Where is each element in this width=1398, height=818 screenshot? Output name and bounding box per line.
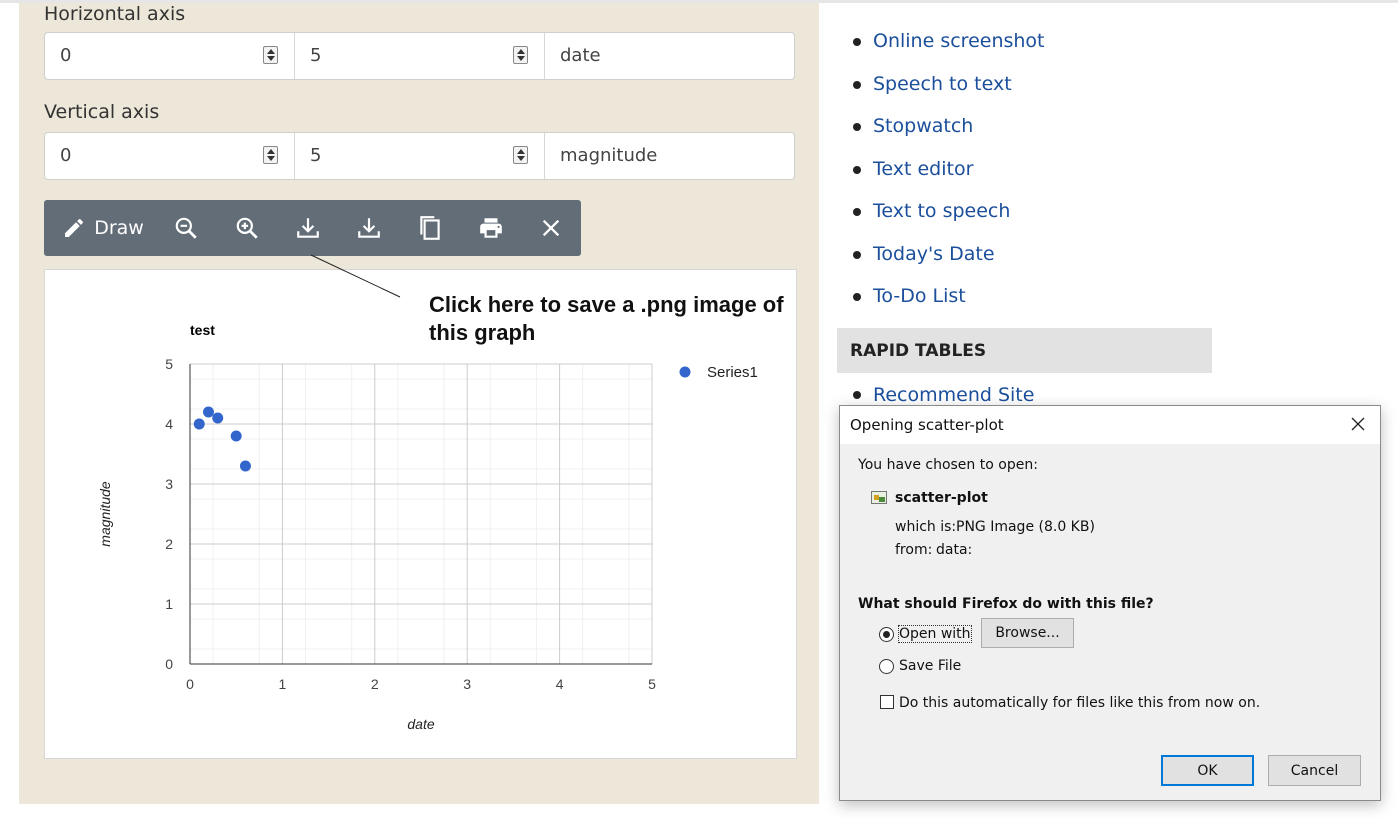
sidebar-link[interactable]: To-Do List (873, 285, 966, 307)
recommend-site-link[interactable]: Recommend Site (873, 384, 1034, 406)
sidebar-link-item: Today's Date (853, 233, 1045, 276)
save-file-label[interactable]: Save File (899, 658, 961, 674)
dialog-title: Opening scatter-plot (850, 416, 1004, 434)
sidebar-link-item: Online screenshot (853, 20, 1045, 63)
sidebar-link[interactable]: Stopwatch (873, 115, 973, 137)
legend-marker (679, 366, 691, 378)
sidebar-link-list: Online screenshot Speech to text Stopwatch… (853, 20, 1045, 318)
sidebar-link[interactable]: Online screenshot (873, 30, 1045, 52)
sidebar-link[interactable]: Today's Date (873, 243, 995, 265)
data-point (212, 412, 224, 424)
browse-button[interactable]: Browse... (981, 618, 1074, 648)
y-tick-label: 1 (165, 596, 173, 612)
bullet-icon (853, 293, 861, 302)
sidebar-link[interactable]: Speech to text (873, 73, 1012, 95)
recommend-site-item: Recommend Site (853, 384, 1034, 406)
bullet-icon (853, 38, 861, 47)
rapid-tables-heading: RAPID TABLES (837, 328, 1212, 373)
x-tick-label: 3 (463, 676, 471, 692)
x-axis-label: date (407, 716, 434, 732)
dialog-titlebar: Opening scatter-plot (840, 406, 1380, 444)
download-dialog: Opening scatter-plot You have chosen to … (839, 405, 1381, 801)
open-with-radio[interactable] (879, 627, 894, 642)
bullet-icon (853, 250, 861, 259)
sidebar-link-item: Speech to text (853, 63, 1045, 106)
x-tick-label: 5 (648, 676, 656, 692)
auto-checkbox-label[interactable]: Do this automatically for files like thi… (899, 695, 1260, 711)
which-is-value: PNG Image (8.0 KB) (956, 519, 1095, 535)
sidebar-link-item: Stopwatch (853, 105, 1045, 148)
data-point (202, 406, 214, 418)
dialog-question: What should Firefox do with this file? (858, 596, 1154, 612)
bullet-icon (853, 80, 861, 89)
bullet-icon (853, 165, 861, 174)
legend-label: Series1 (707, 364, 758, 381)
sidebar-link[interactable]: Text editor (873, 158, 973, 180)
data-point (239, 460, 251, 472)
x-tick-label: 0 (186, 676, 194, 692)
from-value: data: (936, 542, 973, 558)
bullet-icon (853, 391, 861, 399)
ok-button[interactable]: OK (1161, 755, 1254, 786)
close-icon[interactable] (1349, 415, 1367, 433)
sidebar-link-item: Text to speech (853, 190, 1045, 233)
auto-checkbox[interactable] (880, 695, 894, 709)
which-is-label: which is: (895, 519, 957, 535)
dialog-intro: You have chosen to open: (858, 457, 1038, 473)
data-point (230, 430, 242, 442)
bullet-icon (853, 208, 861, 217)
x-tick-label: 1 (279, 676, 287, 692)
y-tick-label: 2 (165, 536, 173, 552)
save-file-radio[interactable] (879, 659, 894, 674)
dialog-filename: scatter-plot (895, 490, 988, 506)
sidebar-link-item: To-Do List (853, 275, 1045, 318)
callout-pointer-line (310, 254, 401, 298)
sidebar-link[interactable]: Text to speech (873, 200, 1010, 222)
y-tick-label: 3 (165, 476, 173, 492)
cancel-button[interactable]: Cancel (1268, 755, 1361, 786)
x-tick-label: 4 (556, 676, 564, 692)
y-tick-label: 4 (165, 416, 173, 432)
bullet-icon (853, 123, 861, 132)
sidebar-link-item: Text editor (853, 148, 1045, 191)
from-label: from: (895, 542, 933, 558)
x-tick-label: 2 (371, 676, 379, 692)
open-with-label[interactable]: Open with (898, 625, 972, 643)
data-point (193, 418, 205, 430)
png-file-icon (871, 491, 887, 504)
callout-pointer-svg (310, 254, 401, 298)
y-tick-label: 0 (165, 656, 173, 672)
chart-title: test (190, 322, 215, 338)
y-axis-label: magnitude (97, 481, 113, 547)
y-tick-label: 5 (165, 356, 173, 372)
